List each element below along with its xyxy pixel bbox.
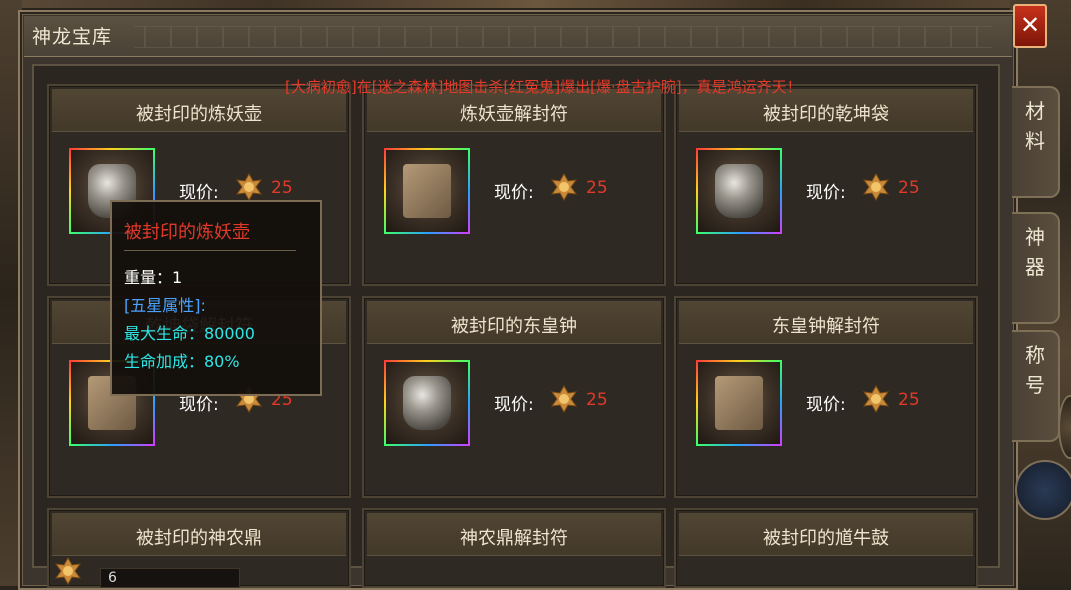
card-header: 神农鼎解封符 <box>367 513 661 556</box>
item-card[interactable]: 被封印的乾坤袋 现价: 25 <box>674 84 978 286</box>
card-header: 被封印的馗牛鼓 <box>679 513 973 556</box>
tab-char: 号 <box>1025 373 1045 397</box>
window-title: 神龙宝库 <box>32 26 113 48</box>
tooltip-attr-hp: 最大生命：80000 <box>124 324 255 343</box>
card-header: 被封印的神农鼎 <box>52 513 346 556</box>
item-name: 被封印的东皇钟 <box>451 316 577 337</box>
skill-button[interactable] <box>1015 460 1071 520</box>
bell-icon <box>403 376 451 430</box>
item-slot[interactable] <box>384 148 470 234</box>
bag-icon <box>715 164 763 218</box>
item-name: 被封印的乾坤袋 <box>763 104 889 125</box>
item-name: 被封印的炼妖壶 <box>136 104 262 125</box>
tooltip-weight: 重量：1 <box>124 268 183 287</box>
currency-icon <box>550 384 578 414</box>
tooltip-title: 被封印的炼妖壶 <box>124 222 250 243</box>
price-label: 现价: <box>806 183 846 203</box>
item-card[interactable]: 神农鼎解封符 <box>362 508 666 588</box>
tooltip-divider <box>124 250 296 251</box>
price-value: 25 <box>898 178 920 198</box>
tooltip-attr-hp-bonus: 生命加成：80% <box>124 352 240 371</box>
item-card[interactable]: 被封印的馗牛鼓 <box>674 508 978 588</box>
currency-balance-box <box>100 568 240 588</box>
currency-icon <box>54 556 82 586</box>
price-value: 25 <box>586 178 608 198</box>
close-button[interactable]: ✕ <box>1013 4 1047 48</box>
price-label: 现价: <box>494 183 534 203</box>
price-value: 25 <box>898 390 920 410</box>
tab-char: 材 <box>1025 99 1045 123</box>
scroll-icon <box>715 376 763 430</box>
item-card[interactable]: 被封印的东皇钟 现价: 25 <box>362 296 666 498</box>
tab-titles[interactable]: 称 号 <box>1012 330 1060 442</box>
currency-icon <box>862 172 890 202</box>
card-header: 被封印的东皇钟 <box>367 301 661 344</box>
currency-icon <box>235 172 263 202</box>
item-card[interactable]: 炼妖壶解封符 现价: 25 <box>362 84 666 286</box>
item-card[interactable]: 东皇钟解封符 现价: 25 <box>674 296 978 498</box>
system-broadcast: [大病初愈]在[迷之森林]地图击杀[红冤鬼]爆出[爆·盘古护腕]，真是鸿运齐天！ <box>285 78 802 96</box>
item-slot[interactable] <box>384 360 470 446</box>
item-name: 炼妖壶解封符 <box>460 104 568 125</box>
card-header: 东皇钟解封符 <box>679 301 973 344</box>
item-name: 东皇钟解封符 <box>772 316 880 337</box>
item-slot[interactable] <box>696 148 782 234</box>
currency-balance: 6 <box>108 570 117 586</box>
item-name: 被封印的神农鼎 <box>136 528 262 549</box>
tab-artifacts[interactable]: 神 器 <box>1012 212 1060 324</box>
tab-char: 料 <box>1025 129 1045 153</box>
item-name: 被封印的馗牛鼓 <box>763 528 889 549</box>
title-ornament <box>134 26 992 48</box>
background-scenery-top <box>0 0 1071 8</box>
title-bar: 神龙宝库 <box>24 16 1012 57</box>
currency-icon <box>550 172 578 202</box>
tab-char: 称 <box>1025 343 1045 367</box>
item-slot[interactable] <box>696 360 782 446</box>
price-label: 现价: <box>494 395 534 415</box>
price-value: 25 <box>271 178 293 198</box>
item-name: 神农鼎解封符 <box>460 528 568 549</box>
tooltip-section: [五星属性]: <box>124 296 206 315</box>
item-tooltip: 被封印的炼妖壶 重量：1 [五星属性]: 最大生命：80000 生命加成：80% <box>110 200 322 396</box>
currency-icon <box>862 384 890 414</box>
price-label: 现价: <box>806 395 846 415</box>
tab-char: 器 <box>1025 255 1045 279</box>
price-value: 25 <box>586 390 608 410</box>
tab-char: 神 <box>1025 225 1045 249</box>
tab-materials[interactable]: 材 料 <box>1012 86 1060 198</box>
scroll-icon <box>403 164 451 218</box>
